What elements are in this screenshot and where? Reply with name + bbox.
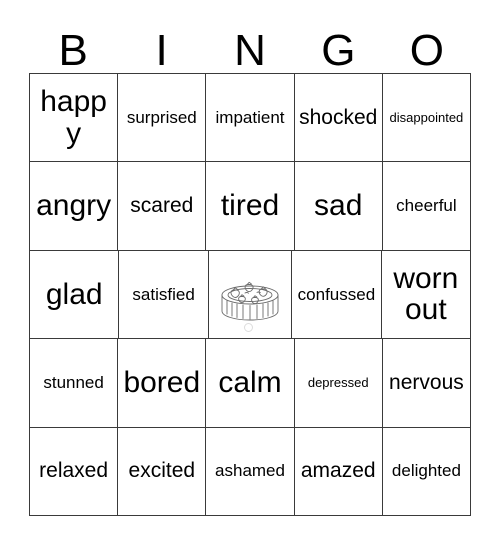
bingo-cell[interactable]: angry [30, 162, 119, 251]
bingo-cell-label: excited [128, 459, 196, 483]
bingo-row: happy surprised impatient shocked disapp… [30, 74, 472, 163]
bingo-cell[interactable]: bored [118, 339, 207, 428]
bingo-row: angry scared tired sad cheerful [30, 162, 472, 251]
header-letter-b: B [58, 26, 88, 75]
bingo-cell[interactable]: satisfied [119, 250, 209, 340]
bingo-cell-label: disappointed [389, 109, 464, 125]
bingo-cell-label: cheerful [396, 196, 457, 216]
bingo-row: relaxed excited ashamed amazed delighted [30, 427, 472, 516]
bingo-cell[interactable]: nervous [382, 339, 472, 428]
bingo-cell[interactable]: delighted [382, 427, 472, 516]
bingo-cell[interactable]: depressed [294, 339, 383, 428]
bingo-cell-label: depressed [307, 375, 369, 391]
bingo-cell-label: worn out [393, 261, 459, 327]
header-letter-o: O [409, 26, 444, 75]
bingo-cell-label: amazed [300, 459, 376, 483]
bingo-cell-label: satisfied [132, 284, 195, 304]
header-letter-i: I [155, 26, 168, 75]
bingo-cell-label: scared [130, 194, 194, 218]
bingo-cell[interactable]: calm [206, 339, 295, 428]
watermark [209, 323, 291, 333]
bingo-row: stunned bored calm depressed nervous [30, 339, 472, 428]
bingo-cell[interactable]: shocked [294, 74, 383, 163]
bingo-cell-label: relaxed [39, 459, 109, 483]
bingo-cell-label: tired [220, 189, 280, 223]
bingo-cell-label: stunned [43, 372, 104, 392]
bingo-cell-label: happy [40, 85, 107, 150]
bingo-cell[interactable]: sad [294, 162, 383, 251]
watermark-logo-icon [244, 323, 254, 333]
bingo-cell-label: bored [123, 366, 201, 400]
bingo-cell[interactable]: impatient [206, 74, 295, 163]
bingo-header: B I N G O [29, 18, 471, 73]
bingo-cell[interactable]: tired [206, 162, 295, 251]
bingo-free-space-cell[interactable] [208, 250, 293, 340]
bingo-cell[interactable]: ashamed [206, 427, 295, 516]
bingo-cell-label: sad [314, 189, 363, 223]
bingo-cell-label: surprised [126, 107, 197, 127]
bingo-cell[interactable]: worn out [381, 250, 472, 340]
bingo-cell-label: delighted [391, 461, 461, 481]
bingo-cell[interactable]: amazed [294, 427, 383, 516]
bingo-cell-label: glad [45, 277, 103, 311]
bingo-cell[interactable]: disappointed [382, 74, 472, 163]
header-letter-g: G [321, 26, 356, 75]
bingo-grid: happy surprised impatient shocked disapp… [29, 73, 472, 516]
bingo-cell[interactable]: cheerful [382, 162, 472, 251]
bingo-cell[interactable]: relaxed [30, 427, 119, 516]
header-letter-n: N [234, 26, 266, 75]
bingo-cell[interactable]: excited [118, 427, 207, 516]
bingo-cell[interactable]: happy [30, 74, 119, 163]
bingo-cell-label: confussed [297, 284, 376, 304]
bingo-cell[interactable]: glad [30, 250, 120, 340]
bingo-cell-label: nervous [389, 370, 464, 394]
bingo-card: B I N G O happy surprised impatient shoc… [29, 18, 472, 516]
bingo-cell-label: ashamed [215, 461, 285, 481]
bingo-cell-label: calm [218, 366, 282, 400]
bingo-cell[interactable]: stunned [30, 339, 119, 428]
bingo-row: glad satisfied confussed worn out [30, 250, 472, 340]
bingo-cell[interactable]: surprised [118, 74, 207, 163]
bingo-cell-label: impatient [215, 107, 285, 127]
bingo-cell-label: angry [36, 189, 112, 223]
bingo-cell-label: shocked [299, 105, 378, 129]
bingo-cell[interactable]: confussed [292, 250, 382, 340]
bingo-cell[interactable]: scared [118, 162, 207, 251]
